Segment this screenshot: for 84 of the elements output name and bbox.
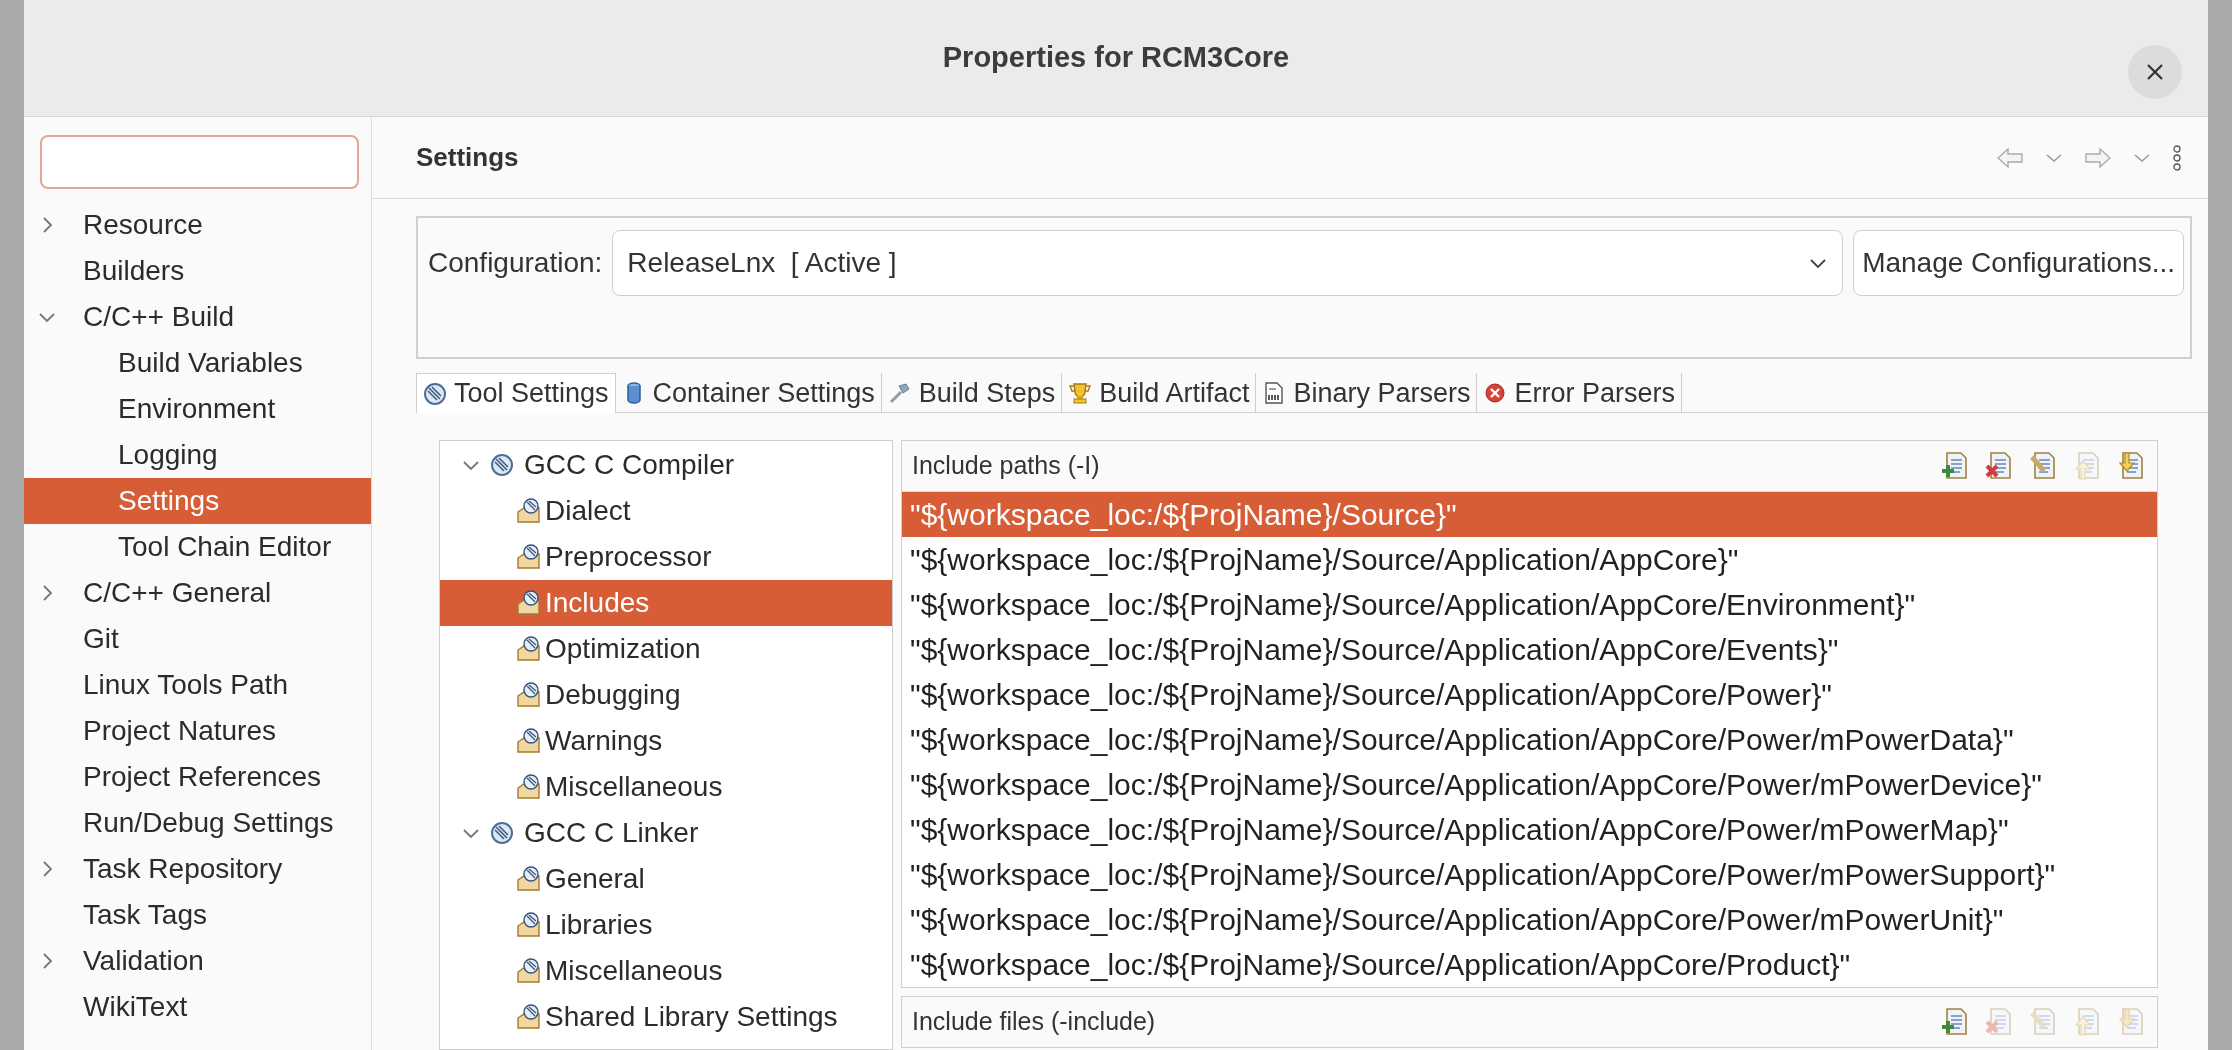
hammer-icon	[887, 381, 912, 405]
include-path-item[interactable]: "${workspace_loc:/${ProjName}/Source/Application/AppCore/Power}"	[902, 672, 2157, 717]
close-icon	[2145, 62, 2165, 82]
option-folder-icon	[517, 590, 543, 616]
window-title: Properties for RCM3Core	[942, 40, 1290, 76]
include-path-item[interactable]: "${workspace_loc:/${ProjName}/Source/Application/AppCore}"	[902, 537, 2157, 582]
tool-tree-item[interactable]: Dialect	[440, 488, 892, 534]
tool-tree-item[interactable]: Optimization	[440, 626, 892, 672]
add-entry-icon	[1941, 451, 1969, 481]
include-path-item[interactable]: "${workspace_loc:/${ProjName}/Source/Application/AppCore/Events}"	[902, 627, 2157, 672]
edit-entry-icon	[2029, 451, 2057, 481]
panel-title: Include paths (-I)	[912, 450, 1101, 482]
option-folder-icon	[517, 636, 543, 662]
include-path-item[interactable]: "${workspace_loc:/${ProjName}/Source/Application/AppCore/Power/mPowerSupport}"	[902, 852, 2157, 897]
tool-tree-item[interactable]: Miscellaneous	[440, 948, 892, 994]
sidebar-item[interactable]: Builders	[24, 248, 371, 294]
sidebar-item[interactable]: Validation	[24, 938, 371, 984]
trophy-icon	[1068, 381, 1093, 405]
sidebar-item[interactable]: Environment	[24, 386, 371, 432]
tool-tree-item[interactable]: Shared Library Settings	[440, 994, 892, 1040]
include-path-item[interactable]: "${workspace_loc:/${ProjName}/Source}"	[902, 492, 2157, 537]
tool-tree-item[interactable]: Preprocessor	[440, 534, 892, 580]
sidebar-item[interactable]: Project Natures	[24, 708, 371, 754]
include-path-item[interactable]: "${workspace_loc:/${ProjName}/Source/Application/AppCore/Product}"	[902, 942, 2157, 987]
tool-tree-item[interactable]: GCC C Compiler	[440, 442, 892, 488]
sidebar-item[interactable]: Logging	[24, 432, 371, 478]
sidebar-item[interactable]: C/C++ Build	[24, 294, 371, 340]
option-folder-icon	[517, 682, 543, 708]
configuration-label: Configuration:	[428, 246, 603, 280]
option-folder-icon	[517, 544, 543, 570]
tool-tree-item[interactable]: General	[440, 856, 892, 902]
settings-tab[interactable]: Tool Settings	[416, 373, 616, 413]
option-folder-icon	[517, 958, 543, 984]
settings-tab[interactable]: Build Steps	[881, 373, 1063, 413]
configuration-dropdown[interactable]: ReleaseLnx [ Active ]	[612, 230, 1844, 296]
settings-tab[interactable]: Error Parsers	[1477, 373, 1682, 413]
option-folder-icon	[517, 866, 543, 892]
sidebar-item[interactable]: C/C++ General	[24, 570, 371, 616]
filter-field[interactable]	[40, 135, 359, 189]
manage-configurations-button[interactable]: Manage Configurations...	[1853, 230, 2184, 296]
sidebar-item[interactable]: Resource	[24, 202, 371, 248]
tool-tree-item[interactable]: Libraries	[440, 902, 892, 948]
tool-tree-item[interactable]: Debugging	[440, 672, 892, 718]
sidebar-item[interactable]: Task Tags	[24, 892, 371, 938]
option-folder-icon	[517, 1004, 543, 1030]
include-path-item[interactable]: "${workspace_loc:/${ProjName}/Source/Application/AppCore/Power/mPowerUnit}"	[902, 897, 2157, 942]
up-arrow-icon	[2073, 451, 2101, 481]
sidebar-item[interactable]: Run/Debug Settings	[24, 800, 371, 846]
delete-entry-icon	[1985, 1007, 2013, 1037]
sidebar-item[interactable]: Linux Tools Path	[24, 662, 371, 708]
sidebar-item[interactable]: Build Variables	[24, 340, 371, 386]
sidebar-item[interactable]: Git	[24, 616, 371, 662]
edit-entry-icon	[2029, 1007, 2057, 1037]
vertical-dots-icon	[2172, 143, 2182, 172]
settings-tab[interactable]: Build Artifact	[1062, 373, 1257, 413]
settings-tab[interactable]: Binary Parsers	[1256, 373, 1478, 413]
sidebar-item[interactable]: Tool Chain Editor	[24, 524, 371, 570]
include-path-item[interactable]: "${workspace_loc:/${ProjName}/Source/Application/AppCore/Power/mPowerData}"	[902, 717, 2157, 762]
option-folder-icon	[517, 774, 543, 800]
option-folder-icon	[517, 498, 543, 524]
tool-tree-item[interactable]: GCC C Linker	[440, 810, 892, 856]
delete-entry-icon	[1985, 451, 2013, 481]
down-arrow-icon	[2117, 1007, 2145, 1037]
page-title: Settings	[416, 141, 520, 174]
tool-tree-item[interactable]: Miscellaneous	[440, 764, 892, 810]
include-path-item[interactable]: "${workspace_loc:/${ProjName}/Source/Application/AppCore/Environment}"	[902, 582, 2157, 627]
sidebar-item[interactable]: Project References	[24, 754, 371, 800]
tool-tree-item[interactable]: Includes	[440, 580, 892, 626]
add-entry-icon	[1941, 1007, 1969, 1037]
chevron-down-icon	[2132, 152, 2152, 163]
settings-tab[interactable]: Container Settings	[615, 373, 882, 413]
option-folder-icon	[517, 912, 543, 938]
sidebar-item[interactable]: WikiText	[24, 984, 371, 1030]
up-arrow-icon	[2073, 1007, 2101, 1037]
chevron-down-icon	[2044, 152, 2064, 163]
option-folder-icon	[517, 728, 543, 754]
include-path-item[interactable]: "${workspace_loc:/${ProjName}/Source/Application/AppCore/Power/mPowerMap}"	[902, 807, 2157, 852]
down-arrow-icon	[2117, 451, 2145, 481]
tool-tree-item[interactable]: Warnings	[440, 718, 892, 764]
error-icon	[1483, 381, 1508, 405]
sidebar-item[interactable]: Task Repository	[24, 846, 371, 892]
include-path-item[interactable]: "${workspace_loc:/${ProjName}/Source/Application/AppCore/Power/mPowerDevice}"	[902, 762, 2157, 807]
panel-title: Include files (-include)	[912, 1006, 1157, 1038]
sidebar-item[interactable]: Settings	[24, 478, 371, 524]
